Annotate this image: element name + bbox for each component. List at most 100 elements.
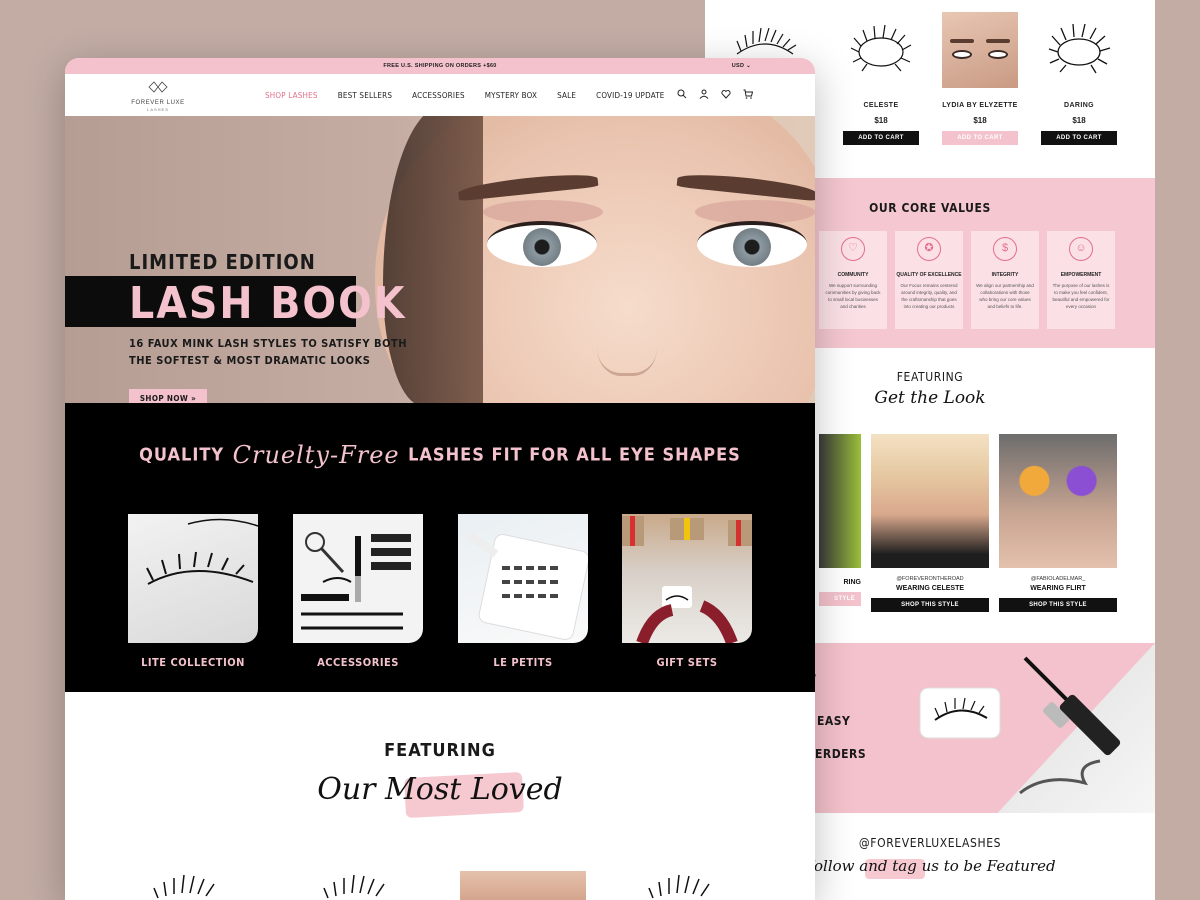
- product-card[interactable]: CELESTE $18 ADD TO CART: [841, 12, 921, 145]
- product-name: CELESTE: [863, 102, 899, 109]
- tile-label: ACCESSORIES: [317, 656, 399, 669]
- shop-this-style-button[interactable]: STYLE: [819, 592, 861, 606]
- value-desc: The purpose of our lashes is to make you…: [1052, 283, 1110, 309]
- value-card-quality: ✪ QUALITY OF EXCELLENCE Our Focus remain…: [895, 231, 963, 329]
- value-title: QUALITY OF EXCELLENCE: [896, 272, 962, 278]
- award-icon: ✪: [917, 237, 941, 261]
- front-mockup: FREE U.S. SHIPPING ON ORDERS +$60 USD ⌄ …: [65, 58, 815, 900]
- currency-selector[interactable]: USD ⌄: [732, 58, 751, 74]
- hero-subtitle-line-2: THE SOFTEST & MOST DRAMATIC LOOKS: [129, 354, 371, 367]
- product-name: LYDIA BY ELYZETTE: [942, 102, 1018, 109]
- brand-logo[interactable]: FOREVER LUXE LASHES: [127, 80, 189, 112]
- header-icons: [677, 89, 753, 99]
- announcement-bar: FREE U.S. SHIPPING ON ORDERS +$60 USD ⌄: [65, 58, 815, 74]
- featuring-label: FEATURING: [384, 740, 496, 761]
- look-handle: @FOREVERONTHEROAD: [896, 576, 964, 582]
- tile-label: LE PETITS: [493, 656, 553, 669]
- value-card-empowerment: ☺ EMPOWERMENT The purpose of our lashes …: [1047, 231, 1115, 329]
- eye-left: [487, 221, 597, 267]
- promo-line-2: ERDERS: [815, 747, 867, 761]
- product-name: DARING: [1063, 102, 1094, 109]
- product-image: [843, 12, 919, 88]
- smile-bag-icon: ☺: [1069, 237, 1093, 261]
- accessories-image: [293, 514, 423, 643]
- shop-this-style-button[interactable]: SHOP THIS STYLE: [871, 598, 989, 612]
- mascara-and-curler-image: [1019, 656, 1121, 795]
- add-to-cart-button[interactable]: ADD TO CART: [942, 131, 1018, 145]
- collections-heading: QUALITY Cruelty-Free LASHES FIT FOR ALL …: [65, 441, 815, 469]
- look-name: WEARING CELESTE: [895, 585, 965, 592]
- look-image: [999, 434, 1117, 568]
- look-card[interactable]: @FABIOLADELMAR_ WEARING FLIRT SHOP THIS …: [999, 434, 1117, 612]
- tile-label: GIFT SETS: [656, 656, 718, 669]
- look-handle: @FABIOLADELMAR_: [1030, 576, 1086, 582]
- heading-pre: QUALITY: [139, 444, 225, 466]
- chevron-down-icon: ⌄: [746, 63, 751, 69]
- hero-eyebrow: LIMITED EDITION: [129, 250, 316, 274]
- collection-tile-accessories[interactable]: ACCESSORIES: [293, 514, 423, 669]
- shop-now-label: SHOP NOW: [139, 394, 189, 403]
- hero-title: LASH BOOK: [129, 278, 407, 329]
- hand-coin-icon: $: [993, 237, 1017, 261]
- shipping-notice: FREE U.S. SHIPPING ON ORDERS +$60: [383, 63, 497, 69]
- search-icon[interactable]: [677, 89, 687, 99]
- lite-collection-image: [128, 514, 258, 643]
- most-loved-section: FEATURING Our Most Loved: [65, 692, 815, 900]
- collections-section: QUALITY Cruelty-Free LASHES FIT FOR ALL …: [65, 403, 815, 692]
- product-preview-lash: [153, 874, 215, 899]
- value-title: COMMUNITY: [837, 272, 869, 278]
- cart-icon[interactable]: [743, 89, 753, 99]
- product-preview-lash: [323, 874, 385, 899]
- add-to-cart-button[interactable]: ADD TO CART: [1041, 131, 1117, 145]
- user-icon[interactable]: [699, 89, 709, 99]
- product-image: [1041, 12, 1117, 88]
- most-loved-title: Our Most Loved: [317, 772, 563, 807]
- heart-icon[interactable]: [721, 89, 731, 99]
- shop-this-style-button[interactable]: SHOP THIS STYLE: [999, 598, 1117, 612]
- nose: [597, 306, 657, 376]
- le-petits-image: [458, 514, 588, 643]
- collection-tile-le-petits[interactable]: LE PETITS: [458, 514, 588, 669]
- shop-now-button[interactable]: SHOP NOW »: [129, 389, 207, 403]
- product-price: $18: [973, 116, 987, 125]
- logo-mark-icon: [148, 81, 168, 93]
- product-card[interactable]: LYDIA BY ELYZETTE $18 ADD TO CART: [940, 12, 1020, 145]
- heart-chat-icon: ♡: [841, 237, 865, 261]
- product-model-image: [942, 12, 1018, 88]
- hero-subtitle-line-1: 16 FAUX MINK LASH STYLES TO SATISFY BOTH: [129, 337, 408, 350]
- look-card[interactable]: @FOREVERONTHEROAD WEARING CELESTE SHOP T…: [871, 434, 989, 612]
- collection-tile-gift-sets[interactable]: GIFT SETS: [622, 514, 752, 669]
- nav-mystery-box[interactable]: MYSTERY BOX: [485, 91, 537, 100]
- product-card[interactable]: DARING $18 ADD TO CART: [1039, 12, 1119, 145]
- promo-line-1: EASY: [817, 714, 851, 728]
- hero-banner: LIMITED EDITION LASH BOOK 16 FAUX MINK L…: [65, 116, 815, 403]
- nav-sale[interactable]: SALE: [557, 91, 576, 100]
- main-nav: SHOP LASHES BEST SELLERS ACCESSORIES MYS…: [265, 74, 665, 116]
- value-title: INTEGRITY: [991, 272, 1019, 278]
- look-name: WEARING FLIRT: [1030, 585, 1086, 592]
- value-desc: We align our partnership and collaborati…: [976, 283, 1034, 309]
- value-card-community: ♡ COMMUNITY We support surrounding commu…: [819, 231, 887, 329]
- value-title: EMPOWERMENT: [1060, 272, 1102, 278]
- lash-case-image: [919, 687, 1001, 739]
- product-preview-lash: [648, 874, 710, 899]
- collection-tile-lite[interactable]: LITE COLLECTION: [128, 514, 258, 669]
- look-image: [871, 434, 989, 568]
- value-desc: We support surrounding communities by gi…: [825, 283, 881, 309]
- model-hair: [383, 116, 483, 403]
- product-price: $18: [874, 116, 888, 125]
- heading-script: Cruelty-Free: [232, 441, 400, 469]
- nav-accessories[interactable]: ACCESSORIES: [412, 91, 465, 100]
- add-to-cart-button[interactable]: ADD TO CART: [843, 131, 919, 145]
- double-chevron-right-icon: »: [191, 394, 197, 403]
- logo-name: FOREVER LUXE: [131, 100, 185, 106]
- nav-best-sellers[interactable]: BEST SELLERS: [338, 91, 392, 100]
- nav-shop-lashes[interactable]: SHOP LASHES: [265, 91, 318, 100]
- product-preview-model: [460, 871, 586, 900]
- nav-covid-update[interactable]: COVID-19 UPDATE: [596, 91, 664, 100]
- site-header: FOREVER LUXE LASHES SHOP LASHES BEST SEL…: [65, 74, 815, 116]
- gift-sets-image: [622, 514, 752, 643]
- product-price: $18: [1072, 116, 1086, 125]
- look-image: [819, 434, 861, 568]
- value-card-integrity: $ INTEGRITY We align our partnership and…: [971, 231, 1039, 329]
